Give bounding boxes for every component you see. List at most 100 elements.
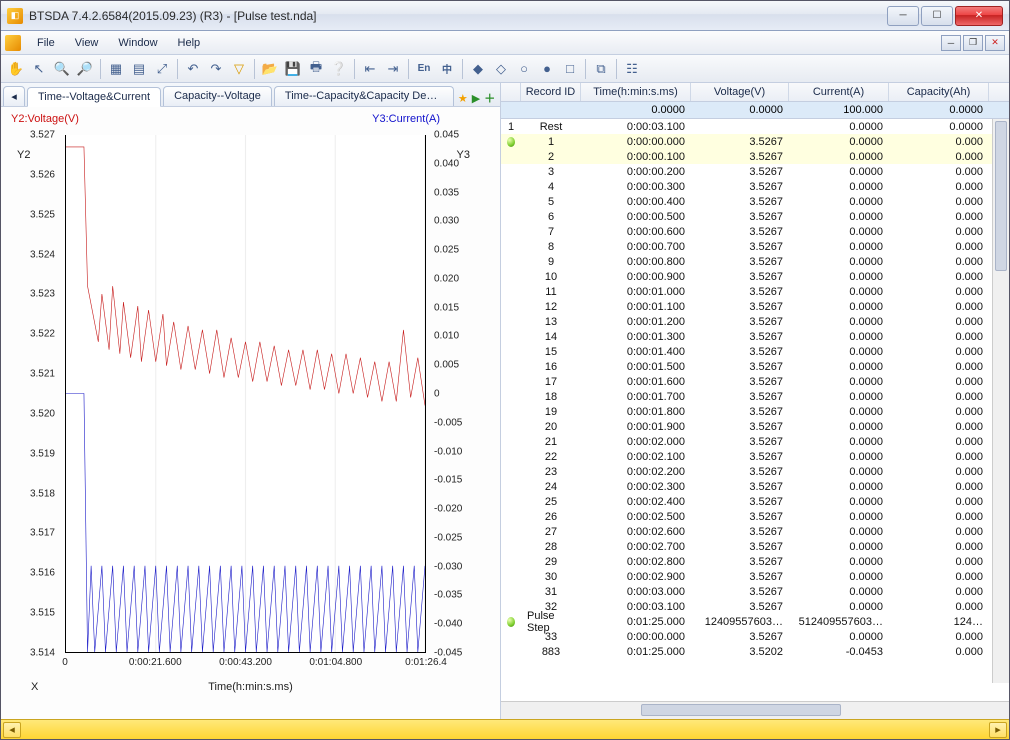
redo-icon[interactable]: ↷ (205, 58, 227, 80)
help-icon[interactable]: ❔ (328, 58, 350, 80)
chart-tab-1[interactable]: Capacity--Voltage (163, 86, 272, 106)
cell: 30 (521, 569, 581, 584)
table-row[interactable]: 230:00:02.2003.52670.00000.000 (501, 464, 1009, 479)
table-row[interactable]: 60:00:00.5003.52670.00000.000 (501, 209, 1009, 224)
cell: 0:00:02.400 (581, 494, 691, 509)
table-row[interactable]: 8830:01:25.0003.5202-0.04530.000 (501, 644, 1009, 659)
table-row[interactable]: Pulse Step0:01:25.00012409557603…5124095… (501, 614, 1009, 629)
settings-icon[interactable]: ☷ (621, 58, 643, 80)
save-icon[interactable]: 💾 (282, 58, 304, 80)
filter-icon[interactable]: ▽ (228, 58, 250, 80)
table-row[interactable]: 180:00:01.7003.52670.00000.000 (501, 389, 1009, 404)
zoom-in-icon[interactable]: 🔍 (51, 58, 73, 80)
column-header[interactable] (501, 83, 521, 101)
cell: 0.000 (889, 389, 989, 404)
table-row[interactable]: 130:00:01.2003.52670.00000.000 (501, 314, 1009, 329)
table-row[interactable]: 40:00:00.3003.52670.00000.000 (501, 179, 1009, 194)
data-table[interactable]: 1Rest0:00:03.1000.00000.0000 10:00:00.00… (501, 119, 1009, 701)
table-row[interactable]: 200:00:01.9003.52670.00000.000 (501, 419, 1009, 434)
window-close-button[interactable]: ✕ (955, 6, 1003, 26)
plot-canvas[interactable] (65, 135, 426, 653)
add-tab-icon[interactable]: ＋ (484, 90, 495, 106)
table-row[interactable]: 280:00:02.7003.52670.00000.000 (501, 539, 1009, 554)
scroll-right-button[interactable]: ▸ (989, 722, 1007, 738)
star-icon[interactable]: ★ (458, 92, 468, 105)
cell: 3.5267 (691, 509, 789, 524)
zoom-out-icon[interactable]: 🔎 (74, 58, 96, 80)
marker4-icon[interactable]: ● (536, 58, 558, 80)
mdi-minimize-button[interactable]: ─ (941, 35, 961, 51)
table-row[interactable]: 290:00:02.8003.52670.00000.000 (501, 554, 1009, 569)
bulb-icon (507, 137, 515, 147)
play-icon[interactable]: ▶ (472, 92, 480, 105)
nav-first-icon[interactable]: ⇤ (359, 58, 381, 80)
pointer-icon[interactable]: ↖ (28, 58, 50, 80)
table-row[interactable]: 170:00:01.6003.52670.00000.000 (501, 374, 1009, 389)
table-row[interactable]: 10:00:00.0003.52670.00000.000 (501, 134, 1009, 149)
vertical-scrollbar[interactable] (992, 119, 1009, 683)
table-row[interactable]: 300:00:02.9003.52670.00000.000 (501, 569, 1009, 584)
mdi-restore-button[interactable]: ❐ (963, 35, 983, 51)
chart-tab-0[interactable]: Time--Voltage&Current (27, 87, 161, 107)
table-row[interactable]: 330:00:00.0003.52670.00000.000 (501, 629, 1009, 644)
cell: 3.5267 (691, 359, 789, 374)
grid2-icon[interactable]: ▤ (128, 58, 150, 80)
marker5-icon[interactable]: □ (559, 58, 581, 80)
column-header[interactable]: Current(A) (789, 83, 889, 101)
column-header[interactable]: Record ID (521, 83, 581, 101)
chart-area[interactable]: Y2:Voltage(V) Y3:Current(A) Y2 Y3 3.5273… (1, 107, 500, 697)
mdi-system-icon[interactable] (5, 35, 21, 51)
window-maximize-button[interactable]: ☐ (921, 6, 953, 26)
marker3-icon[interactable]: ○ (513, 58, 535, 80)
table-row[interactable]: 160:00:01.5003.52670.00000.000 (501, 359, 1009, 374)
menu-window[interactable]: Window (108, 34, 167, 52)
table-row[interactable]: 80:00:00.7003.52670.00000.000 (501, 239, 1009, 254)
menu-help[interactable]: Help (168, 34, 211, 52)
open-icon[interactable]: 📂 (259, 58, 281, 80)
column-header[interactable]: Capacity(Ah) (889, 83, 989, 101)
table-row[interactable]: 1Rest0:00:03.1000.00000.0000 (501, 119, 1009, 134)
status-scrollbar[interactable]: ◂ ▸ (1, 719, 1009, 739)
undo-icon[interactable]: ↶ (182, 58, 204, 80)
table-row[interactable]: 50:00:00.4003.52670.00000.000 (501, 194, 1009, 209)
chart-tab-2[interactable]: Time--Capacity&Capacity Density (274, 86, 454, 106)
marker1-icon[interactable]: ◆ (467, 58, 489, 80)
table-row[interactable]: 240:00:02.3003.52670.00000.000 (501, 479, 1009, 494)
horizontal-scrollbar[interactable] (501, 701, 1009, 719)
grid1-icon[interactable]: ▦ (105, 58, 127, 80)
mdi-close-button[interactable]: ✕ (985, 35, 1005, 51)
export-icon[interactable]: ⧉ (590, 58, 612, 80)
column-header[interactable]: Voltage(V) (691, 83, 789, 101)
table-row[interactable]: 270:00:02.6003.52670.00000.000 (501, 524, 1009, 539)
table-row[interactable]: 20:00:00.1003.52670.00000.000 (501, 149, 1009, 164)
table-row[interactable]: 210:00:02.0003.52670.00000.000 (501, 434, 1009, 449)
table-row[interactable]: 100:00:00.9003.52670.00000.000 (501, 269, 1009, 284)
table-row[interactable]: 310:00:03.0003.52670.00000.000 (501, 584, 1009, 599)
table-row[interactable]: 260:00:02.5003.52670.00000.000 (501, 509, 1009, 524)
tab-scroll-left[interactable]: ◂ (3, 86, 25, 106)
table-row[interactable]: 90:00:00.8003.52670.00000.000 (501, 254, 1009, 269)
table-row[interactable]: 140:00:01.3003.52670.00000.000 (501, 329, 1009, 344)
menu-view[interactable]: View (65, 34, 109, 52)
nav-prev-icon[interactable]: ⇥ (382, 58, 404, 80)
table-row[interactable]: 320:00:03.1003.52670.00000.000 (501, 599, 1009, 614)
table-row[interactable]: 120:00:01.1003.52670.00000.000 (501, 299, 1009, 314)
column-header[interactable]: Time(h:min:s.ms) (581, 83, 691, 101)
scroll-left-button[interactable]: ◂ (3, 722, 21, 738)
table-row[interactable]: 30:00:00.2003.52670.00000.000 (501, 164, 1009, 179)
menu-file[interactable]: File (27, 34, 65, 52)
table-row[interactable]: 250:00:02.4003.52670.00000.000 (501, 494, 1009, 509)
cn-icon[interactable]: 中 (436, 58, 458, 80)
marker2-icon[interactable]: ◇ (490, 58, 512, 80)
hand-icon[interactable]: ✋ (5, 58, 27, 80)
table-row[interactable]: 150:00:01.4003.52670.00000.000 (501, 344, 1009, 359)
en-icon[interactable]: En (413, 58, 435, 80)
window-minimize-button[interactable]: ─ (887, 6, 919, 26)
table-row[interactable]: 190:00:01.8003.52670.00000.000 (501, 404, 1009, 419)
table-row[interactable]: 220:00:02.1003.52670.00000.000 (501, 449, 1009, 464)
table-summary-row: 0.00000.0000100.0000.0000 (501, 102, 1009, 119)
fit-icon[interactable]: ⤢ (151, 58, 173, 80)
table-row[interactable]: 110:00:01.0003.52670.00000.000 (501, 284, 1009, 299)
table-row[interactable]: 70:00:00.6003.52670.00000.000 (501, 224, 1009, 239)
print-icon[interactable]: 🖶 (305, 58, 327, 80)
